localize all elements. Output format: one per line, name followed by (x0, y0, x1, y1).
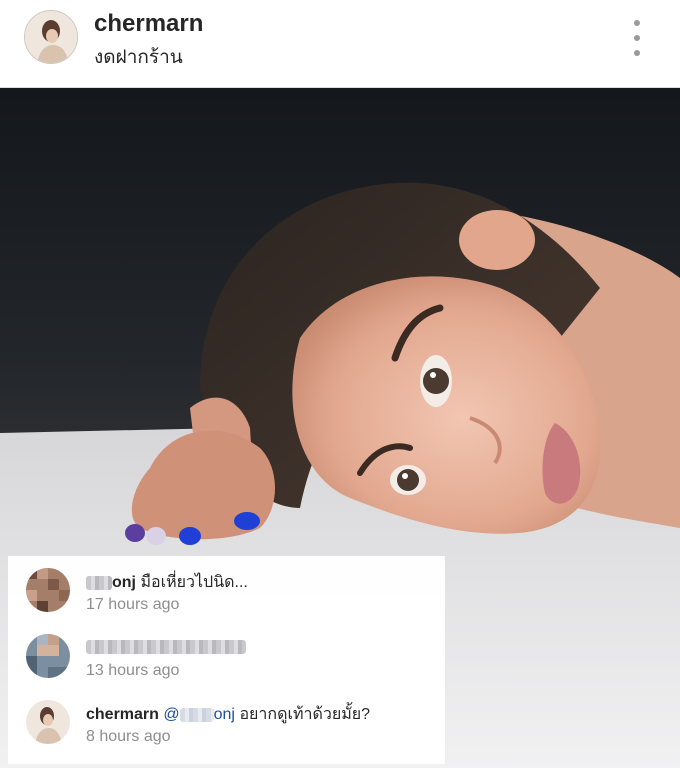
comment-username[interactable]: onj (112, 574, 136, 591)
commenter-avatar[interactable] (26, 634, 70, 678)
comments-panel: onj มือเหี่ยวไปนิด... 17 hours ago 13 ho… (8, 556, 445, 764)
comment-item: onj มือเหี่ยวไปนิด... 17 hours ago (8, 562, 445, 626)
post-username[interactable]: chermarn (94, 10, 203, 38)
commenter-avatar[interactable] (26, 700, 70, 744)
dot (634, 20, 640, 26)
comment-line (86, 638, 246, 656)
comment-line: onj มือเหี่ยวไปนิด... (86, 570, 248, 595)
comment-text: มือเหี่ยวไปนิด... (140, 574, 248, 591)
dot (634, 35, 640, 41)
mention-username: onj (213, 706, 235, 723)
redacted-block (179, 707, 214, 722)
comment-line: chermarn @ onj อยากดูเท้าด้วยมั้ย? (86, 702, 370, 727)
redacted-comment (86, 639, 246, 654)
comment-text: อยากดูเท้าด้วยมั้ย? (239, 706, 371, 723)
comment-username[interactable]: chermarn (86, 706, 159, 723)
comment-item: chermarn @ onj อยากดูเท้าด้วยมั้ย? 8 hour… (8, 694, 445, 758)
comment-timestamp: 17 hours ago (86, 596, 180, 613)
dot (634, 50, 640, 56)
mention-at: @ (163, 706, 180, 723)
commenter-avatar[interactable] (26, 568, 70, 612)
comment-timestamp: 13 hours ago (86, 662, 180, 679)
comment-item: 13 hours ago (8, 628, 445, 692)
comment-timestamp: 8 hours ago (86, 728, 171, 745)
redacted-block (86, 575, 112, 590)
profile-avatar[interactable] (24, 10, 78, 64)
mention-link[interactable]: @ onj (163, 706, 235, 723)
post-header: chermarn งดฝากร้าน (0, 0, 680, 88)
post-location[interactable]: งดฝากร้าน (94, 42, 183, 72)
more-options-icon[interactable] (624, 20, 650, 56)
